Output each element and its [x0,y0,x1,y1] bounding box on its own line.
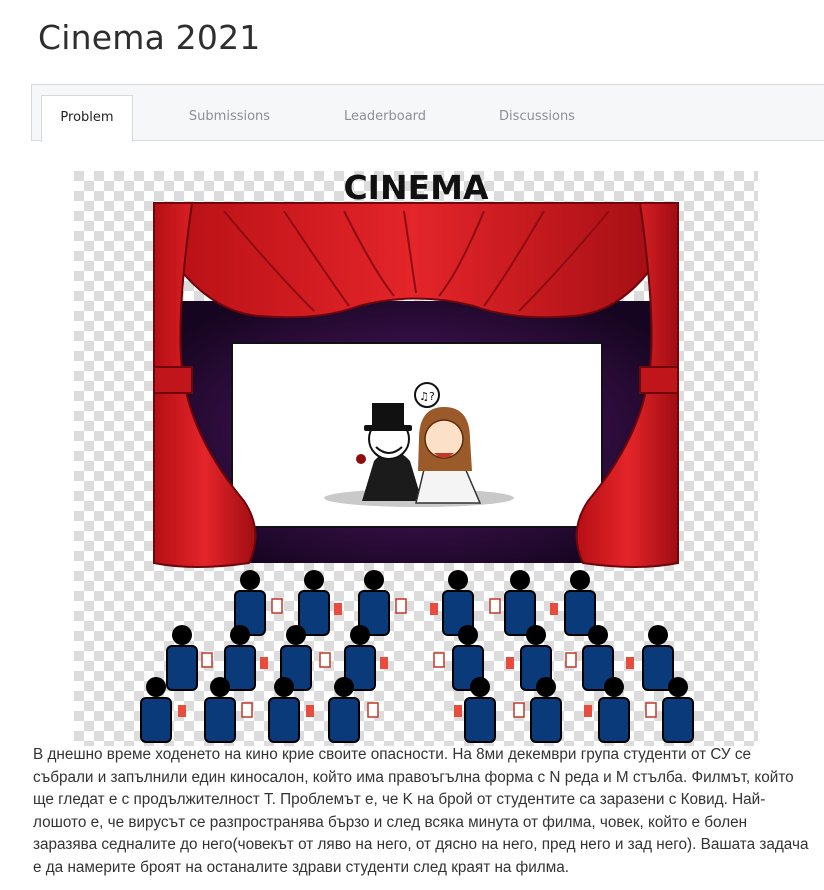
tab-leaderboard[interactable]: Leaderboard [330,95,440,141]
tab-bar: Problem Submissions Leaderboard Discussi… [31,84,824,143]
speech-symbol: ♫? [419,390,435,403]
tab-submissions[interactable]: Submissions [177,95,282,141]
problem-description: В днешно време ходенето на кино крие сво… [33,746,809,876]
curtain-tie-right [639,366,679,394]
page-title: Cinema 2021 [38,18,261,57]
cinema-heading: CINEMA [343,171,488,207]
cinema-illustration: CINEMA ♫? [74,171,758,746]
tab-discussions[interactable]: Discussions [487,95,587,141]
curtain-tie-left [153,366,193,394]
tab-problem[interactable]: Problem [41,95,133,143]
